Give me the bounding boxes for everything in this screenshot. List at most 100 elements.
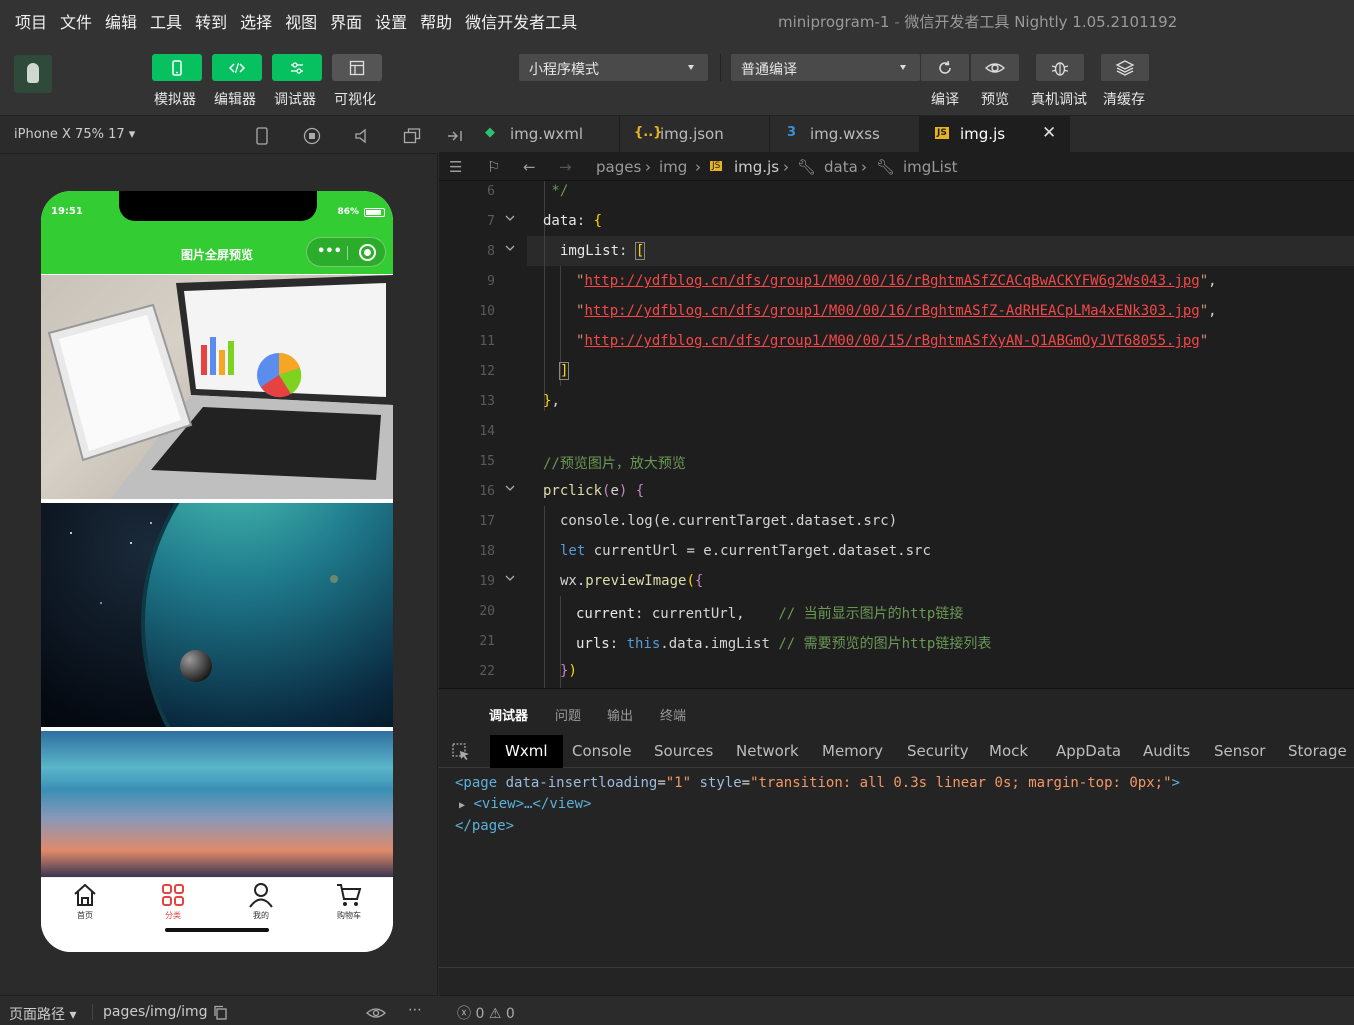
menu-file[interactable]: 文件 [60,9,92,33]
line-number: 7 [487,214,495,229]
tab-problems[interactable]: 问题 [555,705,581,724]
tab-category[interactable]: 分类 [143,882,203,921]
devtools-tab-network[interactable]: Network [736,742,799,760]
tab-img-wxml[interactable]: ◆ img.wxml [470,116,620,153]
tab-img-js[interactable]: JS img.js ✕ [920,116,1070,153]
fold-chevron-icon[interactable] [505,573,515,583]
code-editor[interactable]: 6 7 8 9 10 11 12 13 14 15 16 17 18 19 20… [439,181,1354,688]
compile-button[interactable] [921,54,969,81]
devtools-tab-storage[interactable]: Storage [1288,742,1347,760]
dom-tag: <page [455,775,498,791]
devtools-tab-memory[interactable]: Memory [822,742,883,760]
detach-window-icon[interactable] [403,127,421,145]
wxml-tree[interactable]: <page data-insertloading="1" style="tran… [455,773,1180,837]
code-url[interactable]: http://ydfblog.cn/dfs/group1/M00/00/15/r… [584,333,1199,349]
back-arrow-icon[interactable]: ← [523,158,536,176]
image-sky[interactable] [41,731,393,877]
menu-wechat-devtools[interactable]: 微信开发者工具 [465,9,577,33]
simulator-button[interactable] [152,54,202,81]
code-token: ) [568,663,577,679]
tab-output[interactable]: 输出 [607,705,633,724]
volume-icon[interactable] [353,127,371,145]
tab-img-json[interactable]: {..} img.json [620,116,770,153]
menu-settings[interactable]: 设置 [375,9,407,33]
breadcrumb-file[interactable]: img.js [734,158,779,176]
devtools-tab-sources[interactable]: Sources [654,742,713,760]
menu-select[interactable]: 选择 [240,9,272,33]
menu-help[interactable]: 帮助 [420,9,452,33]
breadcrumb-data[interactable]: data [824,158,858,176]
breadcrumb-imglist[interactable]: imgList [903,158,958,176]
simulator-header: iPhone X 75% 17 ▾ [0,116,438,154]
image-laptop[interactable] [41,275,393,499]
fold-chevron-icon[interactable] [505,483,515,493]
eye-icon [985,62,1005,73]
close-icon[interactable]: ✕ [1042,123,1056,143]
menu-interface[interactable]: 界面 [330,9,362,33]
menu-project[interactable]: 项目 [15,9,47,33]
cart-icon [337,884,362,906]
visual-button[interactable] [332,54,382,81]
list-icon[interactable]: ☰ [449,158,462,176]
forward-arrow-icon[interactable]: → [559,158,572,176]
fold-chevron-icon[interactable] [505,213,515,223]
tab-debugger[interactable]: 调试器 [489,705,528,724]
phone-icon[interactable] [253,127,271,145]
status-bar-problems[interactable]: ⓧ 0 ⚠︎ 0 [439,995,1354,1025]
devtools-tab-sensor[interactable]: Sensor [1214,742,1265,760]
menu-view[interactable]: 视图 [285,9,317,33]
inspect-element-icon[interactable] [451,742,471,762]
dom-node-page[interactable]: <page data-insertloading="1" style="tran… [455,773,1180,794]
bookmark-icon[interactable]: ⚐ [487,158,500,176]
dom-node-view[interactable]: ▶ <view>…</view> [455,794,1180,816]
clear-cache-button[interactable] [1101,54,1149,81]
close-miniprogram-icon[interactable] [359,244,376,261]
mode-select[interactable]: 小程序模式 [519,54,708,81]
toolbar: 模拟器 编辑器 调试器 可视化 小程序模式 普通编译 编译 预览 真机调试 清缓… [0,40,1354,116]
dom-tag: <view>…</view> [473,796,592,812]
menu-goto[interactable]: 转到 [195,9,227,33]
code-url[interactable]: http://ydfblog.cn/dfs/group1/M00/00/16/r… [584,273,1199,289]
page-path-dropdown[interactable]: 页面路径 ▾ [9,1004,76,1024]
more-icon[interactable]: ⋯ [408,1002,422,1018]
preview-button[interactable] [971,54,1019,81]
more-icon[interactable]: ••• [317,245,342,258]
dom-node-page-close[interactable]: </page> [455,816,1180,837]
breadcrumb-pages[interactable]: pages [596,158,641,176]
collapse-sidebar-icon[interactable] [447,128,465,144]
devtools-tab-wxml[interactable]: Wxml [490,735,563,768]
avatar[interactable] [14,55,52,93]
tab-home[interactable]: 首页 [55,882,115,921]
devtools-tab-security[interactable]: Security [907,742,969,760]
editor-button[interactable] [212,54,262,81]
expand-triangle-icon[interactable]: ▶ [459,800,465,811]
capsule-menu[interactable]: ••• [306,237,386,267]
devtools-tab-audits[interactable]: Audits [1143,742,1190,760]
menu-tools[interactable]: 工具 [150,9,182,33]
devtools-tab-console[interactable]: Console [572,742,632,760]
devtools-tab-appdata[interactable]: AppData [1056,742,1121,760]
code-line-17: console.log(e.currentTarget.dataset.src) [560,513,898,529]
chevron-right-icon: › [645,158,651,176]
copy-icon[interactable] [213,1005,228,1020]
debugger-button[interactable] [272,54,322,81]
code-line-18: let currentUrl = e.currentTarget.dataset… [560,543,931,559]
tab-terminal[interactable]: 终端 [660,705,686,724]
image-planet[interactable] [41,503,393,727]
devtools-tab-mock[interactable]: Mock [989,742,1028,760]
device-select[interactable]: iPhone X 75% 17 ▾ [14,127,135,142]
menu-bar: 项目 文件 编辑 工具 转到 选择 视图 界面 设置 帮助 微信开发者工具 mi… [0,0,1354,40]
code-token: ) [618,483,628,499]
tab-img-wxss[interactable]: 3 img.wxss [770,116,920,153]
tab-cart[interactable]: 购物车 [319,882,379,921]
menu-edit[interactable]: 编辑 [105,9,137,33]
fold-chevron-icon[interactable] [505,243,515,253]
stop-icon[interactable] [303,127,321,145]
clear-cache-label: 清缓存 [1103,92,1145,108]
code-url[interactable]: http://ydfblog.cn/dfs/group1/M00/00/16/r… [584,303,1199,319]
tab-profile[interactable]: 我的 [231,882,291,921]
compile-mode-select[interactable]: 普通编译 [731,54,920,81]
eye-icon[interactable] [366,1006,386,1020]
real-device-debug-button[interactable] [1036,54,1084,81]
breadcrumb-img[interactable]: img [659,158,687,176]
